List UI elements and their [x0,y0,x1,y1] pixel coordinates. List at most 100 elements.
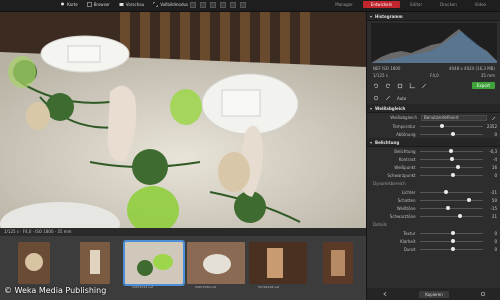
slider-label: Belichtung [394,148,416,154]
slider-knob[interactable] [457,213,462,218]
crop-icon[interactable] [409,82,415,89]
slider-value[interactable]: -15 [483,206,497,211]
slider-row: Weißpunkt 16 [367,163,500,171]
tint-slider[interactable] [419,131,484,136]
slider-label: Klarheit [400,238,416,244]
tab-print[interactable]: Drucken [432,1,465,8]
redo-icon[interactable] [385,83,391,89]
preview-view-button[interactable]: Vorschau [119,2,144,7]
fullscreen-button[interactable]: Vollbildmodus [153,2,188,7]
browser-view-button[interactable]: Browser [86,2,110,7]
info-tool-button[interactable] [240,2,246,8]
slider-value[interactable]: -21 [483,190,497,195]
slider-value[interactable]: 0 [483,239,497,244]
histogram [371,23,497,63]
slider-value[interactable]: 0 [483,231,497,236]
slider-value[interactable]: 21 [483,214,497,219]
eyedropper-icon[interactable] [491,115,497,121]
slider-row-tint: Abtönung 0 [367,130,500,138]
slider-knob[interactable] [443,189,448,194]
shutter-info: 1/125 s [373,73,388,78]
blacks-slider[interactable] [419,213,484,218]
exposure-header[interactable]: ▾ Belichtung [367,138,500,147]
map-view-button[interactable]: Karte [60,2,78,7]
white-balance-preset-select[interactable]: Benutzerdefiniert [421,114,487,121]
filmstrip-thumb[interactable] [187,242,245,284]
slider-label: Abtönung [396,131,416,137]
filmstrip-thumb-selected[interactable] [123,240,185,286]
slider-knob[interactable] [455,164,460,169]
slider-knob[interactable] [445,205,450,210]
slider-row-temperature: Temperatur 2352 [367,122,500,130]
temperature-slider[interactable] [419,123,484,128]
aperture-info: F4,0 [430,73,439,78]
white-balance-header[interactable]: ▾ Weißabgleich [367,104,500,113]
export-button[interactable]: Export [471,82,495,89]
clarity-slider[interactable] [419,238,484,243]
whitepoint-slider[interactable] [419,164,484,169]
histogram-header[interactable]: ▾ Histogramm [367,12,500,21]
map-pin-icon [61,2,64,6]
dynamic-range-label: Dynamikbereich [373,181,406,186]
slider-row: Belichtung -0,3 [367,147,500,155]
slider-knob[interactable] [449,156,454,161]
slider-value[interactable]: 16 [483,165,497,170]
slider-value[interactable]: 0 [483,173,497,178]
crop-tool-button[interactable] [190,2,196,8]
filmstrip-thumb[interactable] [80,242,110,284]
slider-knob[interactable] [466,197,471,202]
copy-button[interactable]: Kopieren [419,290,449,298]
back-arrow-icon[interactable] [382,291,388,297]
adjust-icon[interactable] [373,95,379,101]
whites-slider[interactable] [419,205,484,210]
slider-knob[interactable] [450,131,455,136]
slider-row: Weißtöne -15 [367,204,500,212]
blackpoint-slider[interactable] [419,172,484,177]
tab-video[interactable]: Video [467,1,494,8]
texture-slider[interactable] [419,230,484,235]
tab-develop[interactable]: Entwickeln [362,1,401,8]
filmstrip-thumb[interactable] [323,242,353,284]
shadows-slider[interactable] [419,197,484,202]
slider-value[interactable]: 0 [483,132,497,137]
filmstrip-thumb[interactable] [18,242,50,284]
undo-icon[interactable] [373,83,379,89]
filmstrip-thumb[interactable] [249,242,307,284]
rotate-tool-button[interactable] [200,2,206,8]
image-viewer[interactable] [0,12,366,228]
slider-value[interactable]: 0 [483,247,497,252]
copy-settings-icon[interactable] [397,83,403,89]
slider-row: Schwarztöne 21 [367,212,500,220]
image-info-bar: 1/125 s · F4,0 · ISO 1800 · 35 mm [0,228,366,236]
slider-value[interactable]: 50 [483,198,497,203]
highlights-slider[interactable] [419,189,484,194]
dehaze-slider[interactable] [419,246,484,251]
brush-icon[interactable] [421,83,427,89]
compare-tool-button[interactable] [210,2,216,8]
slider-knob[interactable] [450,172,455,177]
slider-row: Schwarzpunkt 0 [367,171,500,179]
tab-editor[interactable]: Editor [402,1,430,8]
camera-info-left: NEF ISO 1800 [373,66,401,71]
fullscreen-icon [153,2,158,7]
slider-value[interactable]: -4 [483,157,497,162]
reset-icon[interactable] [480,291,486,297]
camera-info-right: 4048 x 4024 (16,3 MB) [448,66,495,71]
slider-knob[interactable] [450,238,455,243]
exposure-slider[interactable] [419,148,484,153]
details-label: Details [373,222,387,227]
tab-manager[interactable]: Manager [327,1,361,8]
slider-value[interactable]: -0,3 [483,149,497,154]
magic-wand-icon[interactable] [385,95,391,101]
slider-knob[interactable] [448,148,453,153]
contrast-slider[interactable] [419,156,484,161]
slider-label: Textur [403,230,416,236]
slider-knob[interactable] [450,246,455,251]
lock-tool-button[interactable] [230,2,236,8]
zoom-tool-button[interactable] [220,2,226,8]
focal-info: 35 mm [480,73,495,78]
slider-value[interactable]: 2352 [483,124,497,129]
slider-knob[interactable] [450,230,455,235]
slider-knob[interactable] [439,123,444,128]
auto-label[interactable]: Auto [397,96,406,101]
